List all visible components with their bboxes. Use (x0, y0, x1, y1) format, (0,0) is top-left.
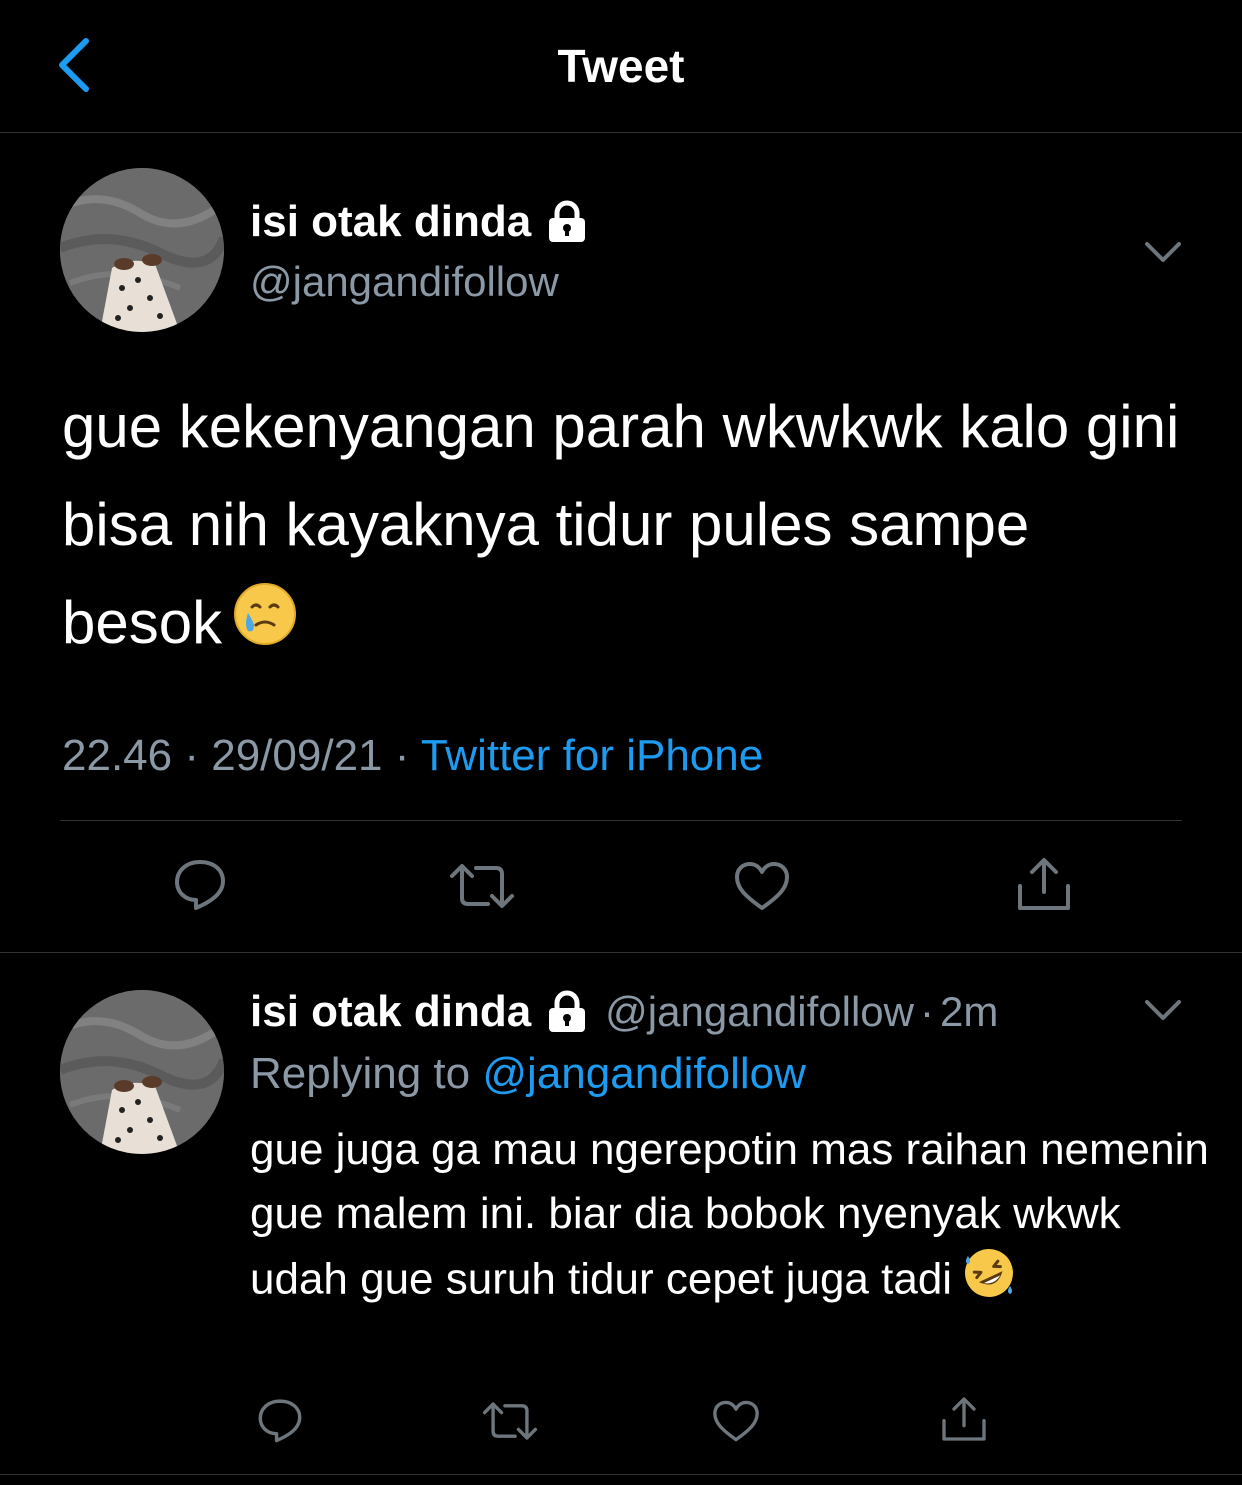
reply-icon (258, 1399, 302, 1443)
tweet-source-link[interactable]: Twitter for iPhone (421, 731, 763, 780)
author-handle[interactable]: @jangandifollow (250, 254, 559, 310)
reply-button[interactable] (168, 852, 232, 916)
display-name[interactable]: isi otak dinda (250, 194, 531, 250)
meta-separator: · (184, 731, 199, 780)
reply-avatar[interactable] (60, 990, 224, 1154)
tweet-text-content: gue kekenyangan parah wkwkwk kalo gini b… (62, 393, 1180, 656)
rolling-on-the-floor-laughing-icon (962, 1246, 1016, 1318)
tweet-time: 22.46 (62, 731, 173, 780)
reply-icon (175, 860, 225, 910)
reply-reply-button[interactable] (254, 1394, 306, 1446)
author-name-row[interactable]: isi otak dinda (250, 194, 589, 250)
reply-age: 2m (940, 988, 999, 1035)
meta-separator: · (394, 731, 410, 780)
reply-text-content: gue juga ga mau ngerepotin mas raihan ne… (250, 1125, 1209, 1304)
tweet-options-button[interactable] (1138, 232, 1188, 272)
reply-share-button[interactable] (938, 1392, 990, 1446)
like-icon (713, 1400, 759, 1442)
reply-author-row[interactable]: isi otak dinda @jangandifollow · 2m (250, 984, 998, 1040)
reply-options-button[interactable] (1138, 990, 1188, 1030)
like-button[interactable] (730, 856, 794, 916)
reply-tweet-text: gue juga ga mau ngerepotin mas raihan ne… (250, 1118, 1210, 1318)
chevron-down-icon (1145, 242, 1181, 262)
reply-display-name[interactable]: isi otak dinda (250, 984, 531, 1040)
section-divider (0, 952, 1242, 953)
reply-retweet-button[interactable] (480, 1396, 540, 1446)
retweet-icon (450, 864, 514, 908)
tweet-date: 29/09/21 (211, 731, 383, 780)
reply-handle[interactable]: @jangandifollow (605, 984, 914, 1040)
chevron-down-icon (1145, 1000, 1181, 1020)
replying-to-label: Replying to (250, 1049, 471, 1098)
like-icon (735, 862, 789, 910)
tweet-text: gue kekenyangan parah wkwkwk kalo gini b… (62, 378, 1202, 676)
share-button[interactable] (1012, 852, 1076, 916)
tweet-meta: 22.46 · 29/09/21 · Twitter for iPhone (62, 726, 763, 786)
retweet-button[interactable] (446, 856, 518, 916)
top-bar: Tweet (0, 0, 1242, 133)
lock-icon (545, 200, 589, 244)
bottom-divider (0, 1474, 1242, 1475)
page-title: Tweet (557, 40, 685, 92)
divider (60, 820, 1182, 821)
lock-icon (545, 990, 589, 1034)
retweet-icon (482, 1402, 538, 1440)
face-holding-back-tears-icon (232, 578, 298, 676)
reply-separator: · (920, 988, 934, 1035)
replying-to-handle[interactable]: @jangandifollow (482, 1049, 806, 1098)
share-icon (1018, 858, 1070, 910)
replying-to-line: Replying to @jangandifollow (250, 1044, 806, 1104)
reply-like-button[interactable] (710, 1396, 762, 1446)
share-icon (942, 1397, 986, 1441)
avatar[interactable] (60, 168, 224, 332)
